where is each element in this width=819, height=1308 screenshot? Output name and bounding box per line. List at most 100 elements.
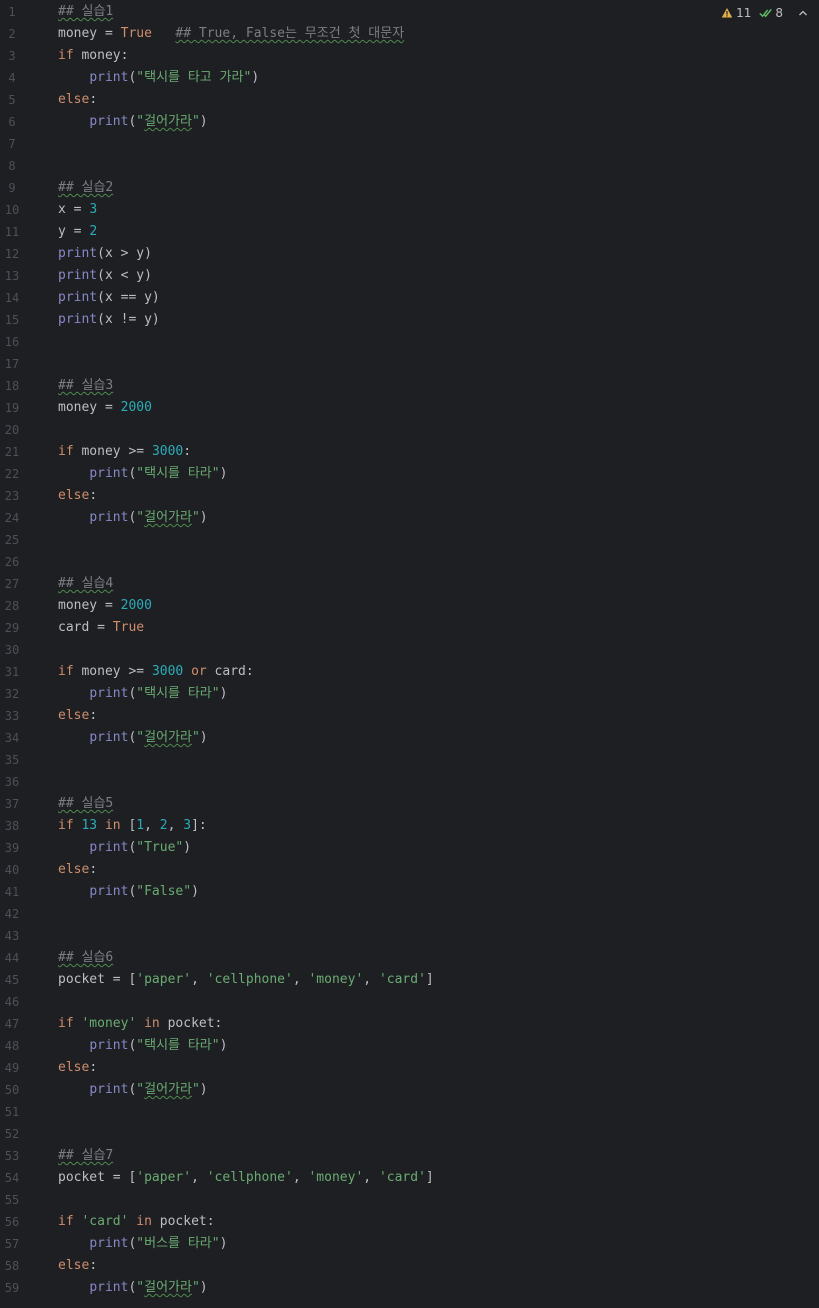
code-line[interactable]: 59 print("걸어가라") — [0, 1277, 819, 1299]
line-number[interactable]: 44 — [0, 947, 32, 969]
code-line[interactable]: 54 pocket = ['paper', 'cellphone', 'money… — [0, 1167, 819, 1189]
line-text[interactable] — [40, 749, 58, 771]
code-line[interactable]: 53 ## 실습7 — [0, 1145, 819, 1167]
line-number[interactable]: 16 — [0, 331, 32, 353]
line-text[interactable]: print("걸어가라") — [40, 507, 207, 529]
line-number[interactable]: 49 — [0, 1057, 32, 1079]
code-line[interactable]: 25 — [0, 529, 819, 551]
code-line[interactable]: 10 x = 3 — [0, 199, 819, 221]
code-line[interactable]: 55 — [0, 1189, 819, 1211]
line-number[interactable]: 58 — [0, 1255, 32, 1277]
code-line[interactable]: 32 print("택시를 타라") — [0, 683, 819, 705]
code-line[interactable]: 8 — [0, 155, 819, 177]
line-text[interactable]: print(x < y) — [40, 265, 152, 287]
code-line[interactable]: 19 money = 2000 — [0, 397, 819, 419]
line-text[interactable]: print("택시를 타라") — [40, 683, 227, 705]
code-line[interactable]: 50 print("걸어가라") — [0, 1079, 819, 1101]
line-text[interactable]: ## 실습6 — [40, 947, 113, 969]
line-number[interactable]: 1 — [0, 1, 32, 23]
line-text[interactable]: else: — [40, 1057, 97, 1079]
line-number[interactable]: 55 — [0, 1189, 32, 1211]
line-text[interactable] — [40, 419, 58, 441]
line-text[interactable]: print("버스를 타라") — [40, 1233, 227, 1255]
line-number[interactable]: 41 — [0, 881, 32, 903]
line-text[interactable] — [40, 1123, 58, 1145]
code-line[interactable]: 15 print(x != y) — [0, 309, 819, 331]
line-text[interactable] — [40, 155, 58, 177]
code-line[interactable]: 34 print("걸어가라") — [0, 727, 819, 749]
line-text[interactable] — [40, 331, 58, 353]
line-text[interactable]: pocket = ['paper', 'cellphone', 'money',… — [40, 969, 434, 991]
line-text[interactable] — [40, 991, 58, 1013]
code-line[interactable]: 3 if money: — [0, 45, 819, 67]
code-line[interactable]: 39 print("True") — [0, 837, 819, 859]
line-text[interactable]: if money: — [40, 45, 128, 67]
line-number[interactable]: 35 — [0, 749, 32, 771]
code-line[interactable]: 28 money = 2000 — [0, 595, 819, 617]
code-line[interactable]: 1 ## 실습1 — [0, 1, 819, 23]
line-number[interactable]: 6 — [0, 111, 32, 133]
code-line[interactable]: 42 — [0, 903, 819, 925]
line-text[interactable]: card = True — [40, 617, 144, 639]
line-text[interactable]: print("택시를 타라") — [40, 1035, 227, 1057]
code-line[interactable]: 16 — [0, 331, 819, 353]
line-text[interactable]: money = 2000 — [40, 397, 152, 419]
code-line[interactable]: 47 if 'money' in pocket: — [0, 1013, 819, 1035]
code-line[interactable]: 17 — [0, 353, 819, 375]
line-number[interactable]: 20 — [0, 419, 32, 441]
code-line[interactable]: 57 print("버스를 타라") — [0, 1233, 819, 1255]
line-text[interactable] — [40, 1189, 58, 1211]
code-line[interactable]: 41 print("False") — [0, 881, 819, 903]
code-line[interactable]: 51 — [0, 1101, 819, 1123]
line-text[interactable]: else: — [40, 1255, 97, 1277]
line-number[interactable]: 48 — [0, 1035, 32, 1057]
line-text[interactable] — [40, 639, 58, 661]
line-number[interactable]: 54 — [0, 1167, 32, 1189]
code-editor[interactable]: 11 8 1 ## 실습1 2 money = True ## True, False… — [0, 0, 819, 1308]
code-line[interactable]: 29 card = True — [0, 617, 819, 639]
code-line[interactable]: 12 print(x > y) — [0, 243, 819, 265]
line-number[interactable]: 5 — [0, 89, 32, 111]
line-text[interactable]: print("걸어가라") — [40, 727, 207, 749]
line-number[interactable]: 25 — [0, 529, 32, 551]
code-line[interactable]: 2 money = True ## True, False는 무조건 첫 대문자 — [0, 23, 819, 45]
code-line[interactable]: 21 if money >= 3000: — [0, 441, 819, 463]
line-text[interactable]: print(x != y) — [40, 309, 160, 331]
line-number[interactable]: 8 — [0, 155, 32, 177]
line-text[interactable] — [40, 1101, 58, 1123]
code-line[interactable]: 22 print("택시를 타라") — [0, 463, 819, 485]
line-number[interactable]: 10 — [0, 199, 32, 221]
line-text[interactable] — [40, 529, 58, 551]
line-number[interactable]: 19 — [0, 397, 32, 419]
line-text[interactable]: print("걸어가라") — [40, 1079, 207, 1101]
line-text[interactable]: print("True") — [40, 837, 191, 859]
line-number[interactable]: 50 — [0, 1079, 32, 1101]
line-text[interactable]: ## 실습2 — [40, 177, 113, 199]
line-text[interactable] — [40, 551, 58, 573]
line-text[interactable]: if money >= 3000: — [40, 441, 191, 463]
line-number[interactable]: 28 — [0, 595, 32, 617]
line-number[interactable]: 43 — [0, 925, 32, 947]
line-text[interactable]: else: — [40, 89, 97, 111]
line-text[interactable]: print("False") — [40, 881, 199, 903]
line-text[interactable]: if 'money' in pocket: — [40, 1013, 222, 1035]
code-line[interactable]: 38 if 13 in [1, 2, 3]: — [0, 815, 819, 837]
code-line[interactable]: 23 else: — [0, 485, 819, 507]
code-line[interactable]: 52 — [0, 1123, 819, 1145]
line-text[interactable]: else: — [40, 705, 97, 727]
code-line[interactable]: 37 ## 실습5 — [0, 793, 819, 815]
code-line[interactable]: 30 — [0, 639, 819, 661]
line-text[interactable]: print(x == y) — [40, 287, 160, 309]
line-number[interactable]: 23 — [0, 485, 32, 507]
code-line[interactable]: 4 print("택시를 타고 가라") — [0, 67, 819, 89]
line-number[interactable]: 51 — [0, 1101, 32, 1123]
line-text[interactable]: ## 실습3 — [40, 375, 113, 397]
line-number[interactable]: 42 — [0, 903, 32, 925]
line-text[interactable] — [40, 925, 58, 947]
line-number[interactable]: 29 — [0, 617, 32, 639]
code-line[interactable]: 40 else: — [0, 859, 819, 881]
line-text[interactable]: ## 실습1 — [40, 1, 113, 23]
code-line[interactable]: 18 ## 실습3 — [0, 375, 819, 397]
line-number[interactable]: 17 — [0, 353, 32, 375]
line-number[interactable]: 15 — [0, 309, 32, 331]
